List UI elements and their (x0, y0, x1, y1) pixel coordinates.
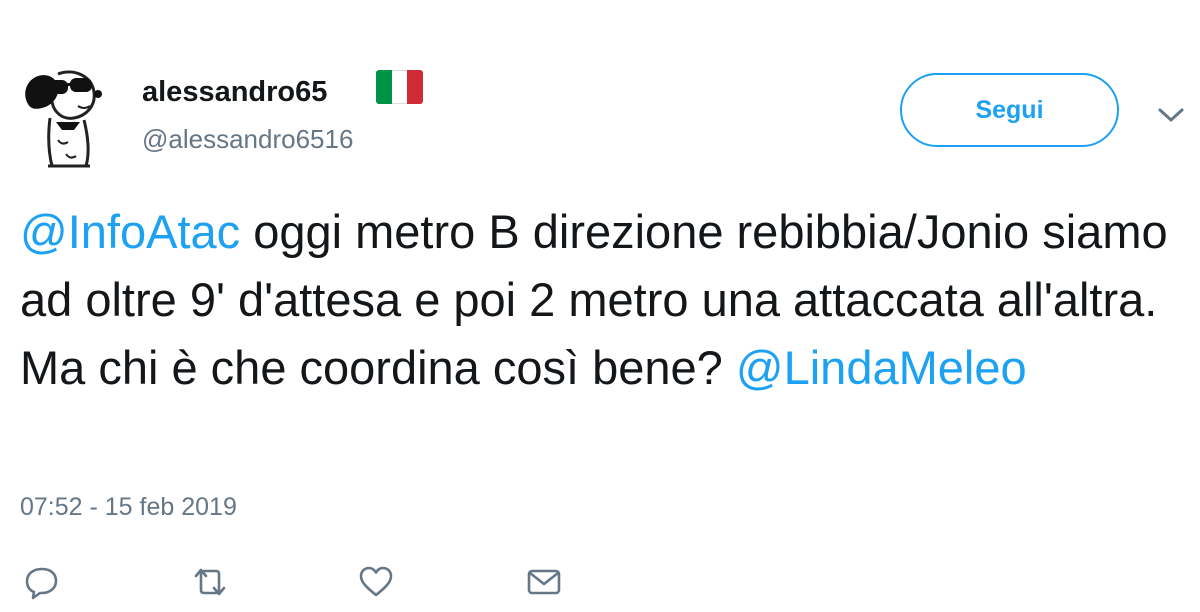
heart-icon (359, 566, 393, 597)
reply-icon (25, 567, 58, 600)
direct-message-button[interactable] (524, 562, 564, 602)
user-handle[interactable]: @alessandro6516 (142, 124, 353, 155)
mention-link[interactable]: @LindaMeleo (736, 341, 1027, 394)
tweet-text: @InfoAtac oggi metro B direzione rebibbi… (20, 198, 1195, 402)
retweet-icon (194, 568, 226, 596)
timestamp[interactable]: 07:52 - 15 feb 2019 (20, 493, 237, 522)
like-button[interactable] (356, 562, 396, 602)
mention-link[interactable]: @InfoAtac (20, 205, 240, 258)
italy-flag-icon (376, 70, 423, 104)
avatar[interactable] (18, 62, 102, 172)
envelope-icon (527, 569, 561, 595)
display-name[interactable]: alessandro65 (142, 76, 327, 109)
chevron-down-icon[interactable] (1156, 104, 1186, 126)
retweet-button[interactable] (190, 562, 230, 602)
follow-button[interactable]: Segui (900, 73, 1119, 147)
reply-button[interactable] (22, 562, 62, 602)
